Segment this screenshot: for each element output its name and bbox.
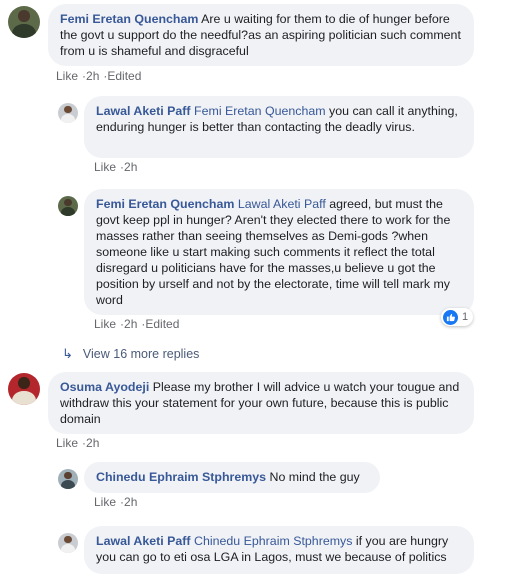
comment-text: No mind the guy (266, 470, 360, 484)
comment-author[interactable]: Lawal Aketi Paff (96, 534, 191, 548)
mention-link[interactable]: Lawal Aketi Paff (238, 197, 326, 211)
comment-bubble: Femi Eretan Quencham Lawal Aketi Paff ag… (84, 189, 474, 315)
comment-time[interactable]: 2h (86, 436, 99, 450)
comment-bubble: Femi Eretan Quencham Are u waiting for t… (48, 4, 474, 66)
comment-time[interactable]: 2h (86, 69, 99, 83)
like-button[interactable]: Like (56, 69, 78, 83)
view-more-label[interactable]: View 16 more replies (83, 347, 200, 361)
edited-label[interactable]: Edited (145, 317, 179, 331)
comment-actions: Like ·2h (94, 160, 138, 174)
avatar[interactable] (8, 373, 40, 405)
comment-author[interactable]: Osuma Ayodeji (60, 380, 149, 394)
like-button[interactable]: Like (94, 495, 116, 509)
reaction-number: 1 (462, 311, 469, 323)
comment-actions: Like ·2h ·Edited (94, 317, 180, 331)
avatar[interactable] (58, 469, 78, 489)
comment-bubble: Chinedu Ephraim Stphremys No mind the gu… (84, 462, 380, 493)
like-button[interactable]: Like (94, 160, 116, 174)
avatar[interactable] (58, 103, 78, 123)
comment-text: agreed, but must the govt keep ppl in hu… (96, 197, 451, 307)
comment-author[interactable]: Chinedu Ephraim Stphremys (96, 470, 266, 484)
comment-author[interactable]: Femi Eretan Quencham (96, 197, 234, 211)
mention-link[interactable]: Femi Eretan Quencham (194, 104, 326, 118)
reaction-count[interactable]: 1 (441, 308, 474, 326)
comment-time[interactable]: 2h (124, 495, 137, 509)
mention-link[interactable]: Chinedu Ephraim Stphremys (194, 534, 352, 548)
reply-arrow-icon: ↳ (62, 346, 73, 361)
avatar[interactable] (58, 196, 78, 216)
view-more-replies[interactable]: ↳ View 16 more replies (62, 346, 199, 362)
comment-time[interactable]: 2h (124, 317, 137, 331)
avatar[interactable] (8, 6, 40, 38)
comment-actions: Like ·2h (56, 436, 100, 450)
comment-bubble: Osuma Ayodeji Please my brother I will a… (48, 372, 474, 434)
like-button[interactable]: Like (94, 317, 116, 331)
like-button[interactable]: Like (56, 436, 78, 450)
comment-actions: Like ·2h ·Edited (56, 69, 142, 83)
comment-bubble: Lawal Aketi Paff Femi Eretan Quencham yo… (84, 96, 474, 158)
like-reaction-icon (443, 309, 458, 325)
avatar[interactable] (58, 533, 78, 553)
edited-label[interactable]: Edited (107, 69, 141, 83)
comment-time[interactable]: 2h (124, 160, 137, 174)
comment-bubble: Lawal Aketi Paff Chinedu Ephraim Stphrem… (84, 526, 474, 574)
comment-author[interactable]: Lawal Aketi Paff (96, 104, 191, 118)
comment-author[interactable]: Femi Eretan Quencham (60, 12, 198, 26)
comment-actions: Like ·2h (94, 495, 138, 509)
